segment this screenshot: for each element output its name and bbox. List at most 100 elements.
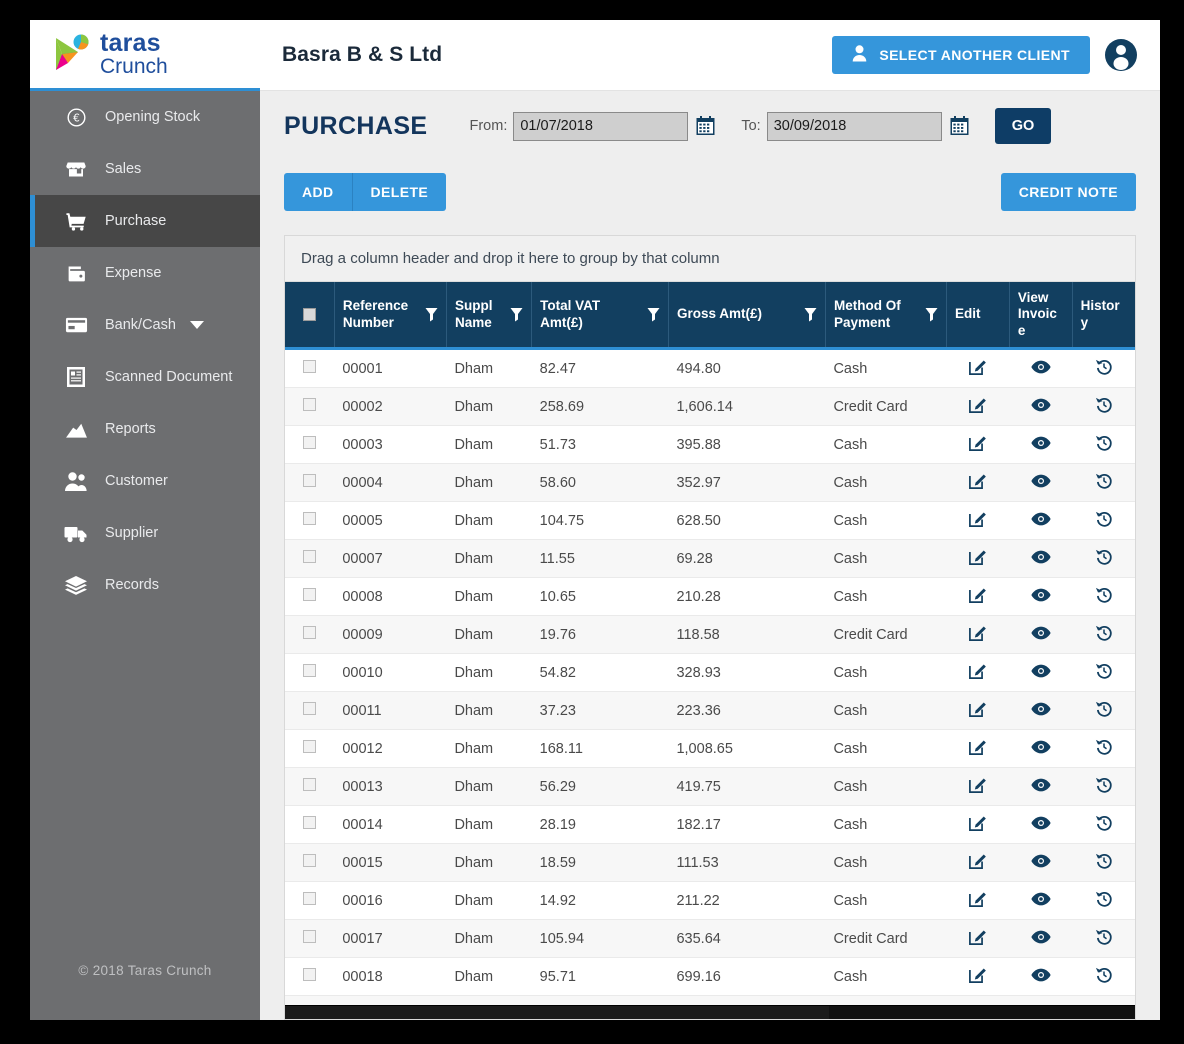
- history-icon[interactable]: [1095, 471, 1113, 490]
- table-row[interactable]: 00005 Dham 104.75 628.50 Cash: [285, 501, 1135, 541]
- table-row[interactable]: 00002 Dham 258.69 1,606.14 Credit Card: [285, 387, 1135, 427]
- history-icon[interactable]: [1095, 889, 1113, 908]
- sidebar-item-scanned-document[interactable]: Scanned Document: [30, 351, 260, 403]
- sidebar-item-opening-stock[interactable]: € Opening Stock: [30, 91, 260, 143]
- row-checkbox[interactable]: [303, 474, 317, 488]
- cell-edit[interactable]: [946, 957, 1010, 997]
- column-header-edit[interactable]: Edit: [946, 282, 1010, 349]
- from-date-input[interactable]: [513, 111, 689, 141]
- eye-icon[interactable]: [1031, 588, 1051, 602]
- eye-icon[interactable]: [1031, 968, 1051, 982]
- row-checkbox[interactable]: [303, 512, 317, 526]
- cell-history[interactable]: [1072, 425, 1135, 465]
- cell-history[interactable]: [1072, 881, 1135, 921]
- cell-history[interactable]: [1072, 919, 1135, 959]
- filter-icon[interactable]: [425, 307, 438, 322]
- table-row[interactable]: 00019Dham136.81820.84Cash: [285, 995, 1135, 1005]
- eye-icon[interactable]: [1031, 702, 1051, 716]
- cell-history[interactable]: [1072, 653, 1135, 693]
- cell-view-invoice[interactable]: [1009, 881, 1073, 921]
- sidebar-item-purchase[interactable]: Purchase: [30, 195, 260, 247]
- table-row[interactable]: 00007 Dham 11.55 69.28 Cash: [285, 539, 1135, 579]
- row-checkbox[interactable]: [303, 664, 317, 678]
- history-icon[interactable]: [1095, 965, 1113, 984]
- row-checkbox[interactable]: [303, 854, 317, 868]
- cell-edit[interactable]: [946, 881, 1010, 921]
- cell-view-invoice[interactable]: [1009, 691, 1073, 731]
- row-checkbox[interactable]: [303, 702, 317, 716]
- sidebar-item-records[interactable]: Records: [30, 559, 260, 611]
- cell-view-invoice[interactable]: [1009, 995, 1073, 1005]
- edit-icon[interactable]: [968, 927, 987, 946]
- delete-button[interactable]: DELETE: [352, 173, 447, 211]
- filter-icon[interactable]: [925, 307, 938, 322]
- row-select-cell[interactable]: [285, 729, 335, 769]
- cell-history[interactable]: [1072, 957, 1135, 997]
- cell-history[interactable]: [1072, 805, 1135, 845]
- scrollbar-thumb[interactable]: [285, 1006, 829, 1019]
- row-select-cell[interactable]: [285, 843, 335, 883]
- table-row[interactable]: 00015 Dham 18.59 111.53 Cash: [285, 843, 1135, 883]
- cell-edit[interactable]: [946, 767, 1010, 807]
- history-icon[interactable]: [1095, 357, 1113, 376]
- row-select-cell[interactable]: [285, 767, 335, 807]
- cell-history[interactable]: [1072, 995, 1135, 1005]
- cell-view-invoice[interactable]: [1009, 957, 1073, 997]
- row-select-cell[interactable]: [285, 691, 335, 731]
- column-header-view-invoice[interactable]: View Invoice: [1009, 282, 1073, 349]
- cell-history[interactable]: [1072, 577, 1135, 617]
- table-row[interactable]: 00017 Dham 105.94 635.64 Credit Card: [285, 919, 1135, 959]
- row-checkbox[interactable]: [303, 550, 317, 564]
- cell-edit[interactable]: [946, 843, 1010, 883]
- row-select-cell[interactable]: [285, 577, 335, 617]
- cell-view-invoice[interactable]: [1009, 653, 1073, 693]
- row-checkbox[interactable]: [303, 778, 317, 792]
- column-header-supplier-name[interactable]: Suppl Name: [446, 282, 533, 349]
- history-icon[interactable]: [1095, 927, 1113, 946]
- user-avatar-icon[interactable]: [1104, 38, 1138, 72]
- history-icon[interactable]: [1095, 395, 1113, 414]
- history-icon[interactable]: [1095, 737, 1113, 756]
- row-select-cell[interactable]: [285, 501, 335, 541]
- table-row[interactable]: 00018 Dham 95.71 699.16 Cash: [285, 957, 1135, 997]
- credit-note-button[interactable]: CREDIT NOTE: [1000, 173, 1136, 211]
- eye-icon[interactable]: [1031, 360, 1051, 374]
- select-all-checkbox[interactable]: [302, 308, 316, 322]
- row-select-cell[interactable]: [285, 425, 335, 465]
- column-header-history[interactable]: History: [1072, 282, 1135, 349]
- table-row[interactable]: 00016 Dham 14.92 211.22 Cash: [285, 881, 1135, 921]
- edit-icon[interactable]: [968, 509, 987, 528]
- cell-view-invoice[interactable]: [1009, 425, 1073, 465]
- eye-icon[interactable]: [1031, 664, 1051, 678]
- cell-view-invoice[interactable]: [1009, 539, 1073, 579]
- row-select-cell[interactable]: [285, 805, 335, 845]
- cell-view-invoice[interactable]: [1009, 577, 1073, 617]
- cell-view-invoice[interactable]: [1009, 729, 1073, 769]
- row-select-cell[interactable]: [285, 957, 335, 997]
- eye-icon[interactable]: [1031, 550, 1051, 564]
- go-button[interactable]: GO: [994, 108, 1052, 144]
- history-icon[interactable]: [1095, 851, 1113, 870]
- cell-history[interactable]: [1072, 501, 1135, 541]
- cell-history[interactable]: [1072, 729, 1135, 769]
- edit-icon[interactable]: [968, 585, 987, 604]
- cell-history[interactable]: [1072, 387, 1135, 427]
- row-select-cell[interactable]: [285, 995, 335, 1005]
- sidebar-item-bank-cash[interactable]: Bank/Cash: [30, 299, 260, 351]
- edit-icon[interactable]: [968, 775, 987, 794]
- row-checkbox[interactable]: [303, 626, 317, 640]
- table-row[interactable]: 00004 Dham 58.60 352.97 Cash: [285, 463, 1135, 503]
- history-icon[interactable]: [1095, 699, 1113, 718]
- history-icon[interactable]: [1095, 661, 1113, 680]
- cell-view-invoice[interactable]: [1009, 615, 1073, 655]
- sidebar-item-supplier[interactable]: Supplier: [30, 507, 260, 559]
- row-checkbox[interactable]: [303, 816, 317, 830]
- table-row[interactable]: 00011 Dham 37.23 223.36 Cash: [285, 691, 1135, 731]
- history-icon[interactable]: [1095, 547, 1113, 566]
- filter-icon[interactable]: [804, 307, 817, 322]
- row-select-cell[interactable]: [285, 919, 335, 959]
- group-by-drop-panel[interactable]: Drag a column header and drop it here to…: [285, 236, 1135, 282]
- row-checkbox[interactable]: [303, 360, 317, 374]
- row-select-cell[interactable]: [285, 653, 335, 693]
- edit-icon[interactable]: [968, 623, 987, 642]
